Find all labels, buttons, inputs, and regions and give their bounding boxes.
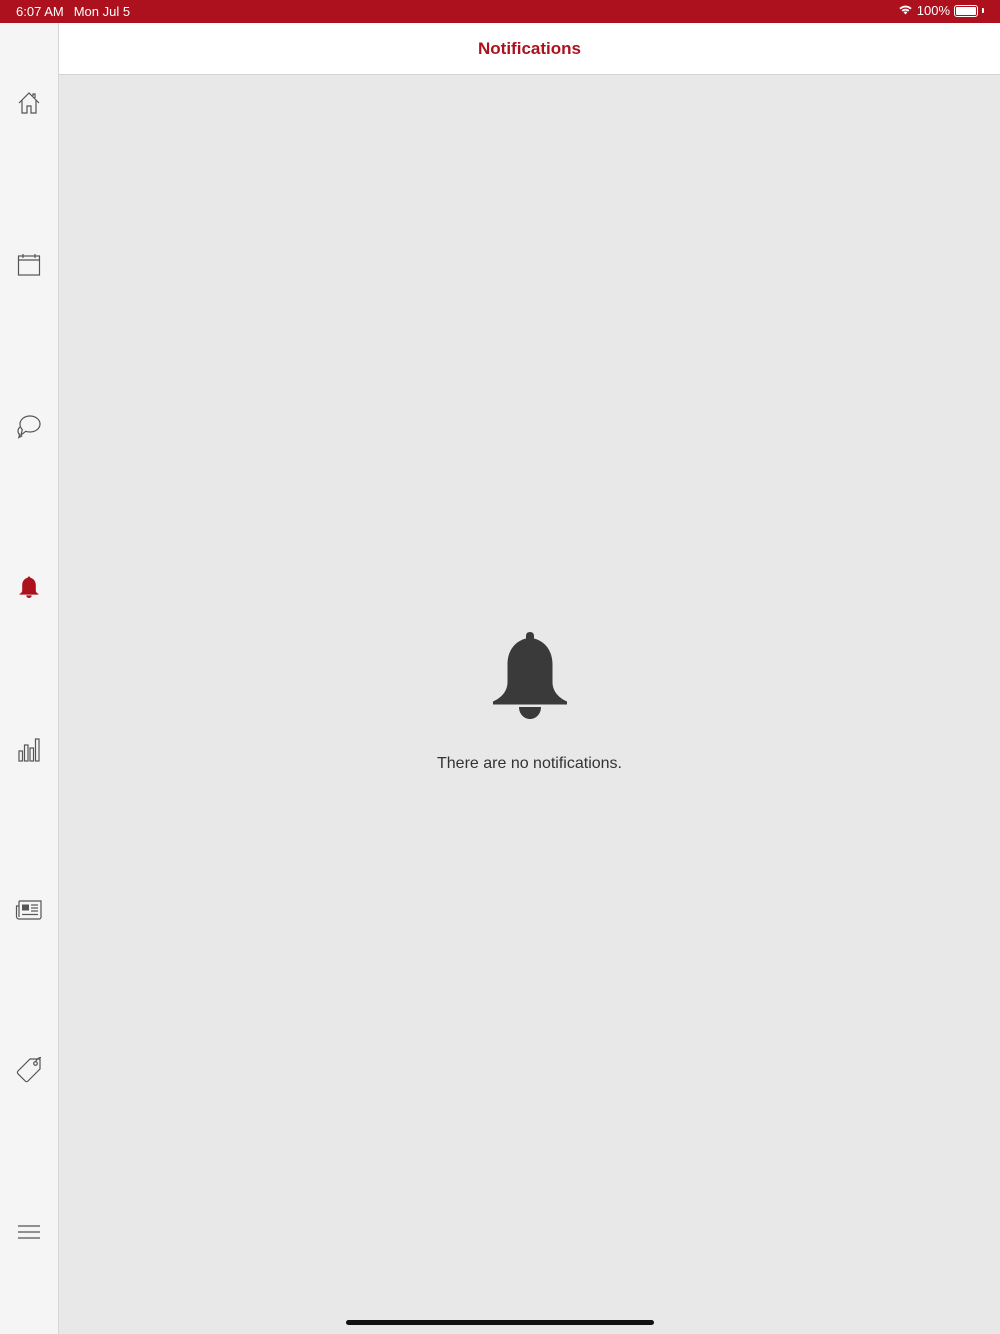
wifi-icon [898,3,913,18]
tag-icon [15,1056,43,1089]
battery-icon [954,4,978,17]
bell-icon [489,630,571,725]
home-icon [17,91,41,120]
status-bar: 6:07 AM Mon Jul 5 100% [0,0,1000,23]
newspaper-icon [15,898,43,925]
bar-chart-icon [17,736,41,767]
sidebar-item-stats[interactable] [0,729,58,773]
notifications-content: There are no notifications. [59,75,1000,1334]
status-date: Mon Jul 5 [73,4,131,19]
chat-icon [16,413,42,444]
calendar-icon [17,253,41,282]
empty-state: There are no notifications. [59,630,1000,773]
sidebar-item-calendar[interactable] [0,245,58,289]
battery-fill [956,6,976,15]
status-left: 6:07 AM Mon Jul 5 [16,4,130,19]
empty-state-message: There are no notifications. [437,755,622,772]
menu-icon [17,1224,41,1245]
home-indicator[interactable] [346,1320,654,1325]
sidebar-item-menu[interactable] [0,1212,58,1256]
bell-icon [18,575,40,604]
sidebar-item-notifications[interactable] [0,567,58,611]
status-time: 6:07 AM [16,4,64,19]
page-title: Notifications [478,38,581,58]
sidebar-item-offers[interactable] [0,1050,58,1094]
sidebar [0,23,59,1334]
battery-percent: 100% [916,3,950,18]
status-right: 100% [898,3,984,18]
battery-cap [982,8,984,13]
sidebar-item-news[interactable] [0,889,58,933]
sidebar-item-home[interactable] [0,83,58,127]
sidebar-item-chat[interactable] [0,406,58,450]
header: Notifications [59,23,1000,75]
